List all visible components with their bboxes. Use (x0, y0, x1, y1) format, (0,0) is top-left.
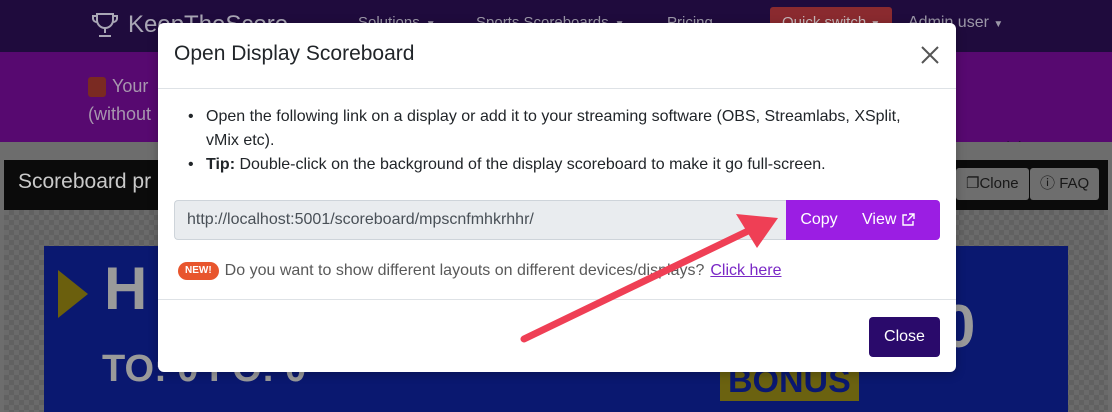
clone-button[interactable]: ❐Clone (956, 168, 1029, 200)
card-title: Scoreboard pr (18, 170, 152, 193)
view-button[interactable]: View (852, 200, 940, 240)
tip-label: Tip: (206, 156, 236, 173)
new-feature-row: NEW! Do you want to show different layou… (178, 259, 782, 283)
modal-header: Open Display Scoreboard (158, 23, 956, 89)
new-feature-text: Do you want to show different layouts on… (224, 262, 705, 279)
promo-line-1: Your (112, 76, 149, 96)
promo-text: Your (without (88, 72, 151, 128)
instructions-list: Open the following link on a display or … (186, 105, 936, 177)
clone-label: Clone (979, 175, 1019, 192)
instruction-item: Open the following link on a display or … (186, 105, 936, 153)
faq-button[interactable]: ⓘ FAQ (1030, 168, 1100, 200)
close-button[interactable]: Close (869, 317, 940, 357)
open-display-modal: Open Display Scoreboard Open the followi… (158, 23, 956, 372)
external-link-icon (902, 213, 916, 226)
modal-title: Open Display Scoreboard (174, 42, 415, 65)
promo-line-2: (without (88, 104, 152, 124)
tip-text: Double-click on the background of the di… (235, 156, 826, 173)
clone-icon: ❐ (966, 175, 980, 192)
new-badge: NEW! (178, 262, 219, 280)
caret-down-icon: ▼ (993, 19, 1004, 30)
view-label: View (862, 211, 897, 228)
team-name: H (104, 255, 148, 322)
faq-label: FAQ (1059, 175, 1090, 192)
click-here-link[interactable]: Click here (710, 262, 781, 280)
close-icon[interactable] (918, 43, 942, 67)
scoreboard-link-field[interactable]: http://localhost:5001/scoreboard/mpscnfm… (174, 200, 786, 240)
copy-button[interactable]: Copy (786, 200, 852, 240)
tip-item: Tip: Double-click on the background of t… (186, 153, 936, 177)
trophy-logo-icon (92, 13, 118, 37)
modal-body: Open the following link on a display or … (158, 89, 956, 299)
gift-icon (88, 77, 106, 98)
scoreboard-link-group: http://localhost:5001/scoreboard/mpscnfm… (174, 200, 940, 240)
question-circle-icon: ⓘ (1040, 175, 1056, 192)
modal-footer: Close (158, 299, 956, 372)
possession-arrow-icon (58, 270, 88, 318)
